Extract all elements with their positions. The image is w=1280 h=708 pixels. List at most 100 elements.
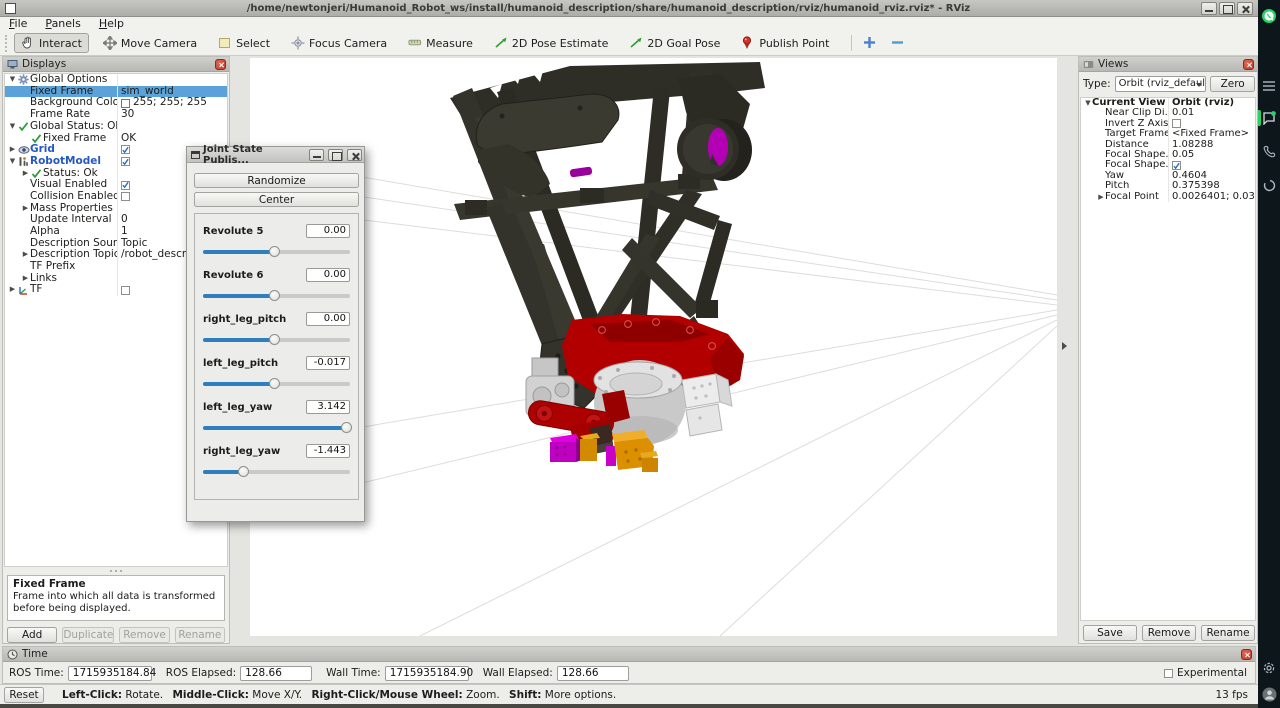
joint-value-input[interactable]: 0.00 xyxy=(306,268,350,282)
property-value[interactable]: 0 xyxy=(121,214,128,226)
joint-slider-track[interactable] xyxy=(203,382,350,386)
time-field-input[interactable]: 1715935184.90 xyxy=(385,666,469,681)
expander-collapsed[interactable]: ▶ xyxy=(21,273,30,285)
menu-file[interactable]: File xyxy=(0,17,36,31)
joint-value-input[interactable]: 0.00 xyxy=(306,224,350,238)
view-type-dropdown[interactable]: Orbit (rviz_default_p xyxy=(1115,76,1207,92)
time-close-icon[interactable] xyxy=(1241,649,1252,660)
expander-collapsed[interactable]: ▶ xyxy=(21,249,30,261)
joint-slider-track[interactable] xyxy=(203,294,350,298)
remove-tool-button[interactable] xyxy=(888,34,906,52)
time-field-input[interactable]: 128.66 xyxy=(240,666,312,681)
property-value[interactable]: OK xyxy=(121,133,136,145)
tool-select[interactable]: Select xyxy=(211,33,277,53)
zero-button[interactable]: Zero xyxy=(1210,76,1255,92)
property-value[interactable]: 0.01 xyxy=(1172,108,1194,118)
property-value[interactable]: <Fixed Frame> xyxy=(1172,129,1249,139)
settings-icon[interactable] xyxy=(1261,660,1277,676)
expander-expanded[interactable]: ▼ xyxy=(8,121,17,133)
expander-expanded[interactable]: ▼ xyxy=(8,74,17,86)
property-row[interactable]: Frame Rate30 xyxy=(5,109,227,121)
toolbar-grip[interactable] xyxy=(5,35,9,52)
property-row[interactable]: Target Frame<Fixed Frame> xyxy=(1081,129,1255,139)
panel-collapse-handle[interactable] xyxy=(1062,342,1067,350)
color-swatch[interactable] xyxy=(121,99,130,108)
menu-help[interactable]: Help xyxy=(90,17,133,31)
view-rename-button[interactable]: Rename xyxy=(1201,625,1255,641)
calls-icon[interactable] xyxy=(1261,143,1277,159)
tool-move-camera[interactable]: Move Camera xyxy=(96,33,204,53)
property-value[interactable]: Topic xyxy=(121,238,147,250)
profile-avatar[interactable] xyxy=(1261,686,1277,702)
joint-slider-handle[interactable] xyxy=(269,246,280,257)
joint-value-input[interactable]: -1.443 xyxy=(306,444,350,458)
tool-focus-camera[interactable]: Focus Camera xyxy=(284,33,394,53)
joint-slider-handle[interactable] xyxy=(238,466,249,477)
joint-slider-track[interactable] xyxy=(203,470,350,474)
property-value[interactable]: 0.4604 xyxy=(1172,171,1207,181)
time-field-input[interactable]: 1715935184.84 xyxy=(68,666,152,681)
view-save-button[interactable]: Save xyxy=(1083,625,1137,641)
joint-slider-handle[interactable] xyxy=(269,290,280,301)
maximize-button[interactable] xyxy=(1219,2,1235,15)
property-value[interactable]: 1 xyxy=(121,226,128,238)
joint-window-titlebar[interactable]: Joint State Publis... xyxy=(187,147,364,163)
property-value[interactable]: 0.05 xyxy=(1172,150,1194,160)
views-panel-header[interactable]: Views xyxy=(1079,57,1257,72)
center-button[interactable]: Center xyxy=(194,192,359,207)
chats-icon[interactable] xyxy=(1261,110,1277,126)
joint-value-input[interactable]: 0.00 xyxy=(306,312,350,326)
checkbox-checked[interactable] xyxy=(1172,161,1181,170)
checkbox-unchecked[interactable] xyxy=(121,286,130,295)
tool-measure[interactable]: Measure xyxy=(401,33,480,53)
property-value[interactable]: Orbit (rviz) xyxy=(1172,98,1234,108)
property-row[interactable]: Focal Shape... xyxy=(1081,160,1255,170)
view-remove-button[interactable]: Remove xyxy=(1142,625,1196,641)
property-value[interactable]: 30 xyxy=(121,109,134,121)
property-value[interactable]: sim_world xyxy=(121,86,174,98)
tool-interact[interactable]: Interact xyxy=(14,33,89,53)
joint-close-button[interactable] xyxy=(347,149,362,161)
expander-collapsed[interactable]: ▶ xyxy=(21,168,30,180)
joint-slider-handle[interactable] xyxy=(269,378,280,389)
joint-minimize-button[interactable] xyxy=(309,149,324,161)
property-row[interactable]: ▼Global Options xyxy=(5,74,227,86)
property-value[interactable]: 0.0026401; 0.0316... xyxy=(1172,192,1255,202)
property-value[interactable]: 1.08288 xyxy=(1172,140,1213,150)
joint-slider-track[interactable] xyxy=(203,426,350,430)
tool-publish-point[interactable]: Publish Point xyxy=(734,33,836,53)
time-panel-header[interactable]: Time xyxy=(3,647,1255,662)
joint-maximize-button[interactable] xyxy=(328,149,343,161)
expander-collapsed[interactable]: ▶ xyxy=(1097,192,1105,202)
property-row[interactable]: Yaw0.4604 xyxy=(1081,171,1255,181)
joint-slider-track[interactable] xyxy=(203,338,350,342)
tool-2d-pose-estimate[interactable]: 2D Pose Estimate xyxy=(487,33,616,53)
checkbox-checked[interactable] xyxy=(121,157,130,166)
expander-collapsed[interactable]: ▶ xyxy=(8,284,17,296)
property-row[interactable]: Background Color255; 255; 255 xyxy=(5,97,227,109)
property-row[interactable]: ▼Global Status: Ok xyxy=(5,121,227,133)
checkbox-checked[interactable] xyxy=(121,181,130,190)
reset-button[interactable]: Reset xyxy=(4,687,44,703)
add-tool-button[interactable] xyxy=(860,34,878,52)
status-icon[interactable] xyxy=(1261,177,1277,193)
whatsapp-icon[interactable] xyxy=(1261,8,1277,24)
tool-2d-goal-pose[interactable]: 2D Goal Pose xyxy=(622,33,727,53)
joint-value-input[interactable]: -0.017 xyxy=(306,356,350,370)
checkbox-unchecked[interactable] xyxy=(1172,119,1181,128)
expander-expanded[interactable]: ▼ xyxy=(8,156,17,168)
views-close-icon[interactable] xyxy=(1243,59,1254,70)
displays-panel-header[interactable]: Displays xyxy=(3,57,229,72)
expander-expanded[interactable]: ▼ xyxy=(1084,98,1092,108)
joint-slider-track[interactable] xyxy=(203,250,350,254)
minimize-button[interactable] xyxy=(1201,2,1217,15)
property-row[interactable]: Near Clip Di...0.01 xyxy=(1081,108,1255,118)
menu-icon[interactable] xyxy=(1261,78,1277,94)
property-row[interactable]: Fixed FrameOK xyxy=(5,132,227,144)
experimental-checkbox[interactable] xyxy=(1164,669,1173,678)
expander-collapsed[interactable]: ▶ xyxy=(21,203,30,215)
joint-slider-handle[interactable] xyxy=(341,422,352,433)
render-viewport-3d[interactable] xyxy=(250,58,1057,636)
checkbox-unchecked[interactable] xyxy=(121,192,130,201)
property-row[interactable]: ▼Current ViewOrbit (rviz) xyxy=(1081,98,1255,108)
